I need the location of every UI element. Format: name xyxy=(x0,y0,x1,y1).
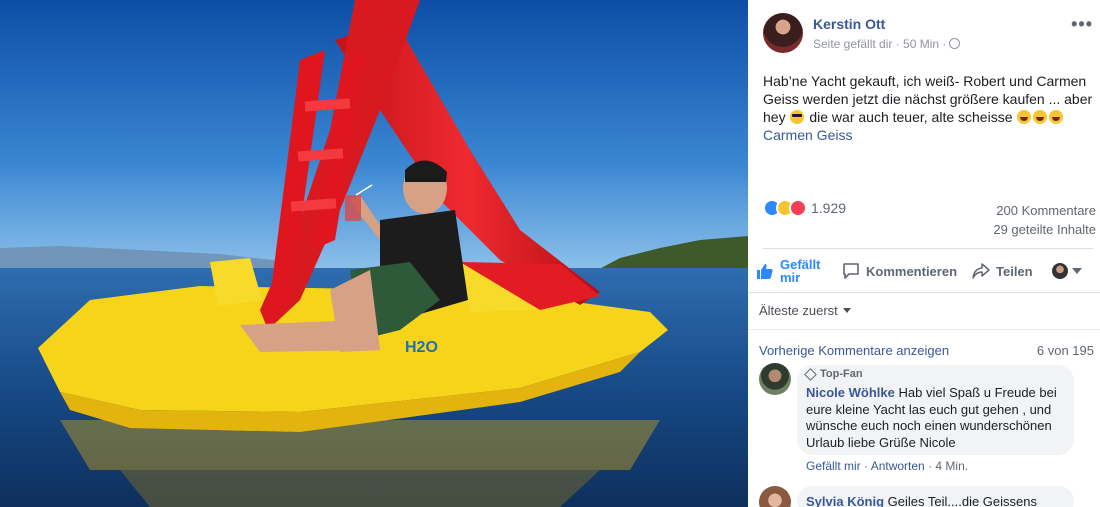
post-text: Hab’ne Yacht gekauft, ich weiß- Robert u… xyxy=(763,72,1093,144)
like-button[interactable]: Gefällt mir xyxy=(756,254,820,288)
laughing-emoji-icon xyxy=(1017,110,1032,124)
boat-label: H2O xyxy=(405,339,438,356)
post-meta: Seite gefällt dir · 50 Min · xyxy=(813,37,961,51)
comments-count[interactable]: 200 Kommentare xyxy=(996,203,1096,218)
comment-text: Nicole Wöhlke Hab viel Spaß u Freude bei… xyxy=(806,385,1071,451)
post-photo[interactable]: H2O xyxy=(0,0,748,507)
divider xyxy=(748,329,1100,330)
comment-reply-link[interactable]: Antworten xyxy=(871,459,925,473)
diamond-icon xyxy=(804,367,817,381)
comment-label: Kommentieren xyxy=(866,263,958,279)
commenter-name[interactable]: Sylvia König xyxy=(806,494,884,507)
commenter-name[interactable]: Nicole Wöhlke xyxy=(806,385,895,400)
author-avatar[interactable] xyxy=(763,13,803,53)
comment-icon xyxy=(843,263,859,279)
comment-button[interactable]: Kommentieren xyxy=(842,254,957,288)
like-label: Gefällt mir xyxy=(780,258,820,284)
user-avatar-icon xyxy=(1052,263,1068,279)
comment-sort-label: Älteste zuerst xyxy=(759,303,838,318)
share-icon xyxy=(972,263,990,279)
post-stats: 1.929 200 Kommentare 29 geteilte Inhalte xyxy=(763,199,1096,239)
author-name[interactable]: Kerstin Ott xyxy=(813,16,885,32)
share-label: Teilen xyxy=(996,263,1033,279)
post-header: Kerstin Ott Seite gefällt dir · 50 Min ·… xyxy=(763,12,1093,54)
comment-actions: Gefällt mir · Antworten · 4 Min. xyxy=(806,459,969,473)
divider xyxy=(763,248,1093,249)
commenter-avatar[interactable] xyxy=(759,363,791,395)
pedal-boat-photo: H2O xyxy=(0,0,748,507)
comment-time: 4 Min. xyxy=(935,459,969,473)
top-fan-badge: Top-Fan xyxy=(804,367,863,381)
post-meta-text: Seite gefällt dir · 50 Min · xyxy=(813,37,947,51)
previous-comments-link[interactable]: Vorherige Kommentare anzeigen xyxy=(759,343,949,358)
comments-page-count: 6 von 195 xyxy=(1036,343,1094,358)
sunglasses-emoji-icon xyxy=(790,110,805,124)
post-side-panel: Kerstin Ott Seite gefällt dir · 50 Min ·… xyxy=(748,0,1100,507)
shares-count[interactable]: 29 geteilte Inhalte xyxy=(993,222,1096,237)
tagged-person-link[interactable]: Carmen Geiss xyxy=(763,127,852,143)
audience-selector[interactable] xyxy=(1052,254,1082,288)
comment-text: Sylvia König Geiles Teil....die Geissens xyxy=(806,494,1071,507)
globe-icon xyxy=(949,38,961,49)
comment-like-link[interactable]: Gefällt mir xyxy=(806,459,861,473)
divider xyxy=(748,292,1100,293)
laughing-emoji-icon xyxy=(1049,110,1064,124)
chevron-down-icon xyxy=(842,308,851,313)
thumbs-up-icon xyxy=(757,264,773,279)
love-reaction-icon xyxy=(789,199,807,217)
badge-label: Top-Fan xyxy=(820,368,863,380)
reaction-count[interactable]: 1.929 xyxy=(811,200,846,216)
post-text-part2: die war auch teuer, alte scheisse xyxy=(805,109,1017,125)
more-options-icon[interactable]: ••• xyxy=(1071,14,1093,35)
laughing-emoji-icon xyxy=(1033,110,1048,124)
comment-body: Geiles Teil....die Geissens xyxy=(887,494,1037,507)
comment-sort-dropdown[interactable]: Älteste zuerst xyxy=(759,303,851,318)
commenter-avatar[interactable] xyxy=(759,486,791,507)
like-label-line2: mir xyxy=(780,270,801,285)
share-button[interactable]: Teilen xyxy=(972,254,1033,288)
post-actions: Gefällt mir Kommentieren Teilen xyxy=(756,254,1096,288)
chevron-down-icon xyxy=(1072,268,1082,274)
